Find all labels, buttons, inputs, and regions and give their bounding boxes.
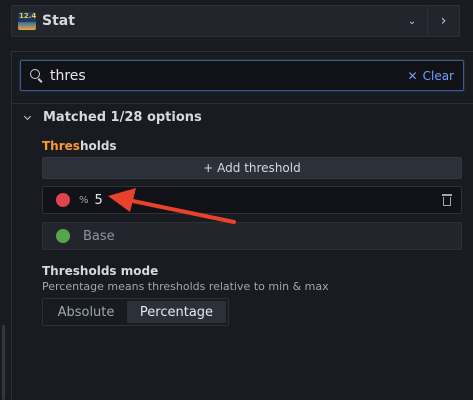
thresholds-mode-label: Thresholds mode [42, 264, 159, 278]
threshold-color-picker[interactable] [56, 229, 70, 243]
stat-viz-icon: 12.4 [18, 12, 36, 30]
threshold-value-input[interactable]: 5 [95, 193, 103, 208]
chevron-right-icon[interactable]: › [427, 6, 459, 36]
chevron-down-icon [24, 114, 32, 122]
threshold-row[interactable]: % 5 [42, 186, 462, 214]
trash-icon[interactable] [442, 194, 452, 206]
visualization-name: Stat [42, 13, 75, 29]
close-icon: ✕ [407, 68, 418, 83]
viz-version-badge: 12.4 [19, 12, 36, 20]
base-label: Base [83, 228, 115, 244]
search-icon [30, 68, 44, 83]
threshold-row-base: Base [42, 222, 462, 250]
thresholds-label: Thresholds [42, 139, 117, 153]
label-rest: holds [79, 139, 117, 153]
options-pane: ✕ Clear Matched 1/28 options Thresholds … [11, 51, 473, 400]
chevron-down-icon[interactable]: ⌄ [397, 6, 427, 36]
clear-search-button[interactable]: ✕ Clear [408, 69, 454, 83]
visualization-picker[interactable]: 12.4 Stat ⌄ › [11, 5, 460, 37]
option-search-box[interactable]: ✕ Clear [20, 60, 464, 91]
search-highlight: Thres [42, 139, 80, 153]
thresholds-mode-radio-group: Absolute Percentage [42, 298, 229, 326]
add-threshold-button[interactable]: + Add threshold [42, 157, 462, 179]
add-threshold-label: + Add threshold [203, 161, 301, 175]
mode-option-absolute[interactable]: Absolute [45, 301, 127, 323]
divider [12, 103, 473, 104]
thresholds-mode-description: Percentage means thresholds relative to … [42, 280, 329, 293]
mode-option-percentage[interactable]: Percentage [127, 301, 226, 323]
scrollbar[interactable] [2, 325, 5, 400]
clear-label: Clear [422, 68, 454, 83]
threshold-color-picker[interactable] [56, 193, 70, 207]
option-search-input[interactable] [50, 67, 408, 84]
matched-options-header[interactable]: Matched 1/28 options [24, 110, 202, 125]
percent-prefix: % [79, 194, 89, 206]
section-title: Matched 1/28 options [43, 110, 202, 125]
